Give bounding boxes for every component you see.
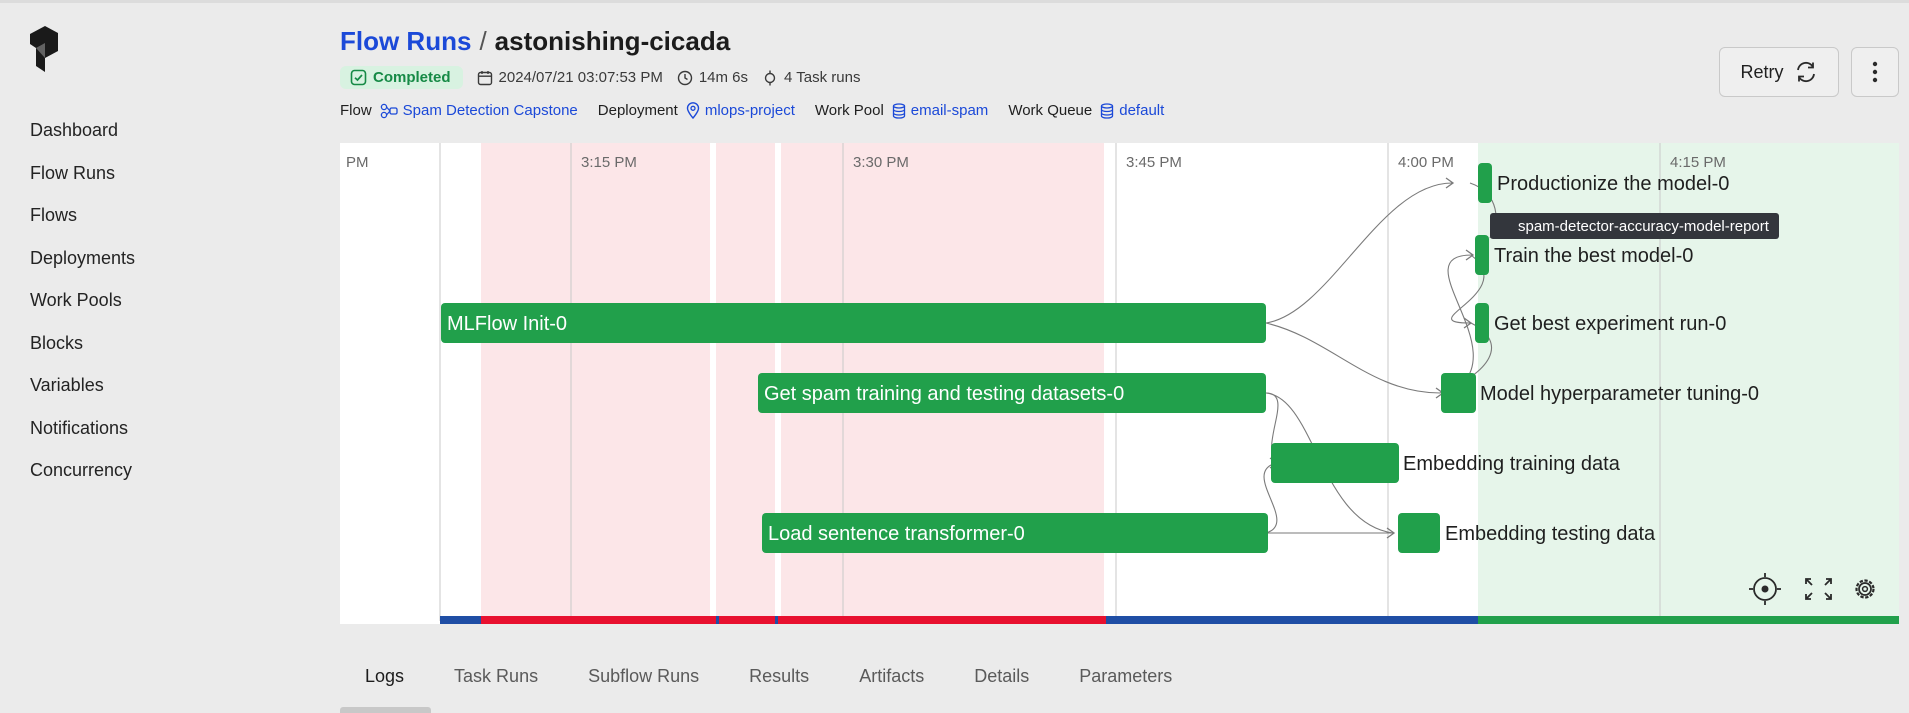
prefect-logo-icon[interactable]: [28, 24, 64, 74]
task-bar[interactable]: [1475, 303, 1489, 343]
time-label: 4:00 PM: [1398, 154, 1454, 171]
sidebar-item-deployments[interactable]: Deployments: [30, 244, 290, 287]
work-pool-name: email-spam: [910, 102, 989, 119]
top-divider: [0, 0, 1909, 3]
task-bar[interactable]: [1475, 235, 1489, 275]
flow-label: Flow: [340, 102, 372, 119]
deployment-label: Deployment: [597, 102, 678, 119]
time-label: 4:15 PM: [1670, 154, 1726, 171]
sidebar-item-flow-runs[interactable]: Flow Runs: [30, 159, 290, 202]
work-pool-label: Work Pool: [814, 102, 884, 119]
flow-icon: [380, 103, 398, 118]
state-progress-bar: [440, 616, 1899, 624]
sidebar-item-blocks[interactable]: Blocks: [30, 329, 290, 372]
task-label: Load sentence transformer-0: [768, 523, 1025, 545]
failed-state-band: [481, 143, 710, 621]
sidebar-item-dashboard[interactable]: Dashboard: [30, 116, 290, 159]
task-bar[interactable]: [1271, 443, 1399, 483]
duration: 14m 6s: [677, 69, 748, 86]
task-label: Embedding training data: [1403, 453, 1621, 475]
run-meta-row: Completed 2024/07/21 03:07:53 PM 14m 6s: [340, 66, 874, 89]
flow-link[interactable]: Spam Detection Capstone: [380, 102, 578, 119]
task-bar[interactable]: [1398, 513, 1440, 553]
status-label: Completed: [373, 69, 451, 86]
tab-artifacts[interactable]: Artifacts: [834, 660, 949, 692]
task-bar[interactable]: [1441, 373, 1476, 413]
calendar-icon: [477, 70, 492, 85]
deployment-name: mlops-project: [704, 102, 795, 119]
sidebar-item-work-pools[interactable]: Work Pools: [30, 286, 290, 329]
refresh-icon: [1796, 61, 1815, 83]
flow-name: Spam Detection Capstone: [402, 102, 578, 119]
artifact-label: spam-detector-accuracy-model-report: [1518, 218, 1770, 235]
flow-run-timeline[interactable]: PM 3:15 PM 3:30 PM 3:45 PM 4:00 PM 4:15 …: [340, 143, 1899, 624]
page-header: Flow Runs / astonishing-cicada Completed…: [340, 24, 1909, 119]
deployment-link[interactable]: mlops-project: [686, 102, 795, 119]
task-bar[interactable]: [1478, 163, 1492, 203]
retry-label: Retry: [1740, 61, 1784, 82]
start-time-value: 2024/07/21 03:07:53 PM: [498, 69, 663, 86]
tab-parameters[interactable]: Parameters: [1054, 660, 1197, 692]
sidebar-item-concurrency[interactable]: Concurrency: [30, 456, 290, 499]
time-label: PM: [346, 154, 369, 171]
breadcrumb: Flow Runs / astonishing-cicada: [340, 24, 1909, 58]
work-pool-info: Work Pool email-spam: [815, 102, 988, 119]
artifact-tag[interactable]: spam-detector-accuracy-model-report: [1490, 213, 1779, 239]
sidebar-nav: Dashboard Flow Runs Flows Deployments Wo…: [30, 116, 290, 499]
task-label: MLFlow Init-0: [447, 313, 567, 335]
work-queue-link[interactable]: default: [1100, 102, 1164, 119]
flow-info: Flow Spam Detection Capstone: [340, 102, 578, 119]
sidebar-item-flows[interactable]: Flows: [30, 201, 290, 244]
database-icon: [1101, 102, 1114, 119]
work-queue-info: Work Queue default: [1008, 102, 1164, 119]
tab-logs[interactable]: Logs: [340, 660, 429, 692]
page-title: astonishing-cicada: [494, 25, 731, 56]
work-queue-name: default: [1119, 102, 1165, 119]
tab-details[interactable]: Details: [949, 660, 1054, 692]
tab-task-runs[interactable]: Task Runs: [429, 660, 563, 692]
task-runs-count: 4 Task runs: [762, 69, 860, 86]
sidebar-item-notifications[interactable]: Notifications: [30, 414, 290, 457]
duration-value: 14m 6s: [698, 69, 749, 86]
time-label: 3:30 PM: [853, 154, 909, 171]
work-queue-label: Work Queue: [1008, 102, 1093, 119]
task-label: Get best experiment run-0: [1494, 313, 1726, 335]
deployment-info: Deployment mlops-project: [598, 102, 795, 119]
tab-subflow-runs[interactable]: Subflow Runs: [563, 660, 724, 692]
vertical-ellipsis-icon: [1872, 61, 1878, 83]
run-detail-tabs: Logs Task Runs Subflow Runs Results Arti…: [340, 660, 1197, 692]
start-time: 2024/07/21 03:07:53 PM: [477, 69, 663, 86]
task-label: Model hyperparameter tuning-0: [1480, 383, 1759, 405]
time-label: 3:15 PM: [581, 154, 637, 171]
status-badge: Completed: [340, 66, 463, 89]
breadcrumb-flow-runs-link[interactable]: Flow Runs: [340, 26, 471, 57]
task-runs-value: 4 Task runs: [784, 69, 861, 86]
retry-button[interactable]: Retry: [1719, 47, 1839, 97]
task-label: Embedding testing data: [1445, 523, 1656, 545]
time-label: 3:45 PM: [1126, 154, 1182, 171]
work-pool-link[interactable]: email-spam: [892, 102, 989, 119]
tab-results[interactable]: Results: [724, 660, 834, 692]
sidebar-item-variables[interactable]: Variables: [30, 371, 290, 414]
map-pin-icon: [686, 102, 700, 119]
task-label: Productionize the model-0: [1497, 173, 1729, 195]
active-tab-indicator: [340, 707, 431, 713]
more-options-button[interactable]: [1851, 47, 1899, 97]
task-label: Train the best model-0: [1494, 245, 1693, 267]
breadcrumb-separator: /: [479, 25, 487, 56]
run-info-row: Flow Spam Detection Capstone Deployment …: [340, 102, 1184, 119]
clock-icon: [677, 70, 693, 85]
task-label: Get spam training and testing datasets-0: [764, 383, 1124, 405]
database-icon: [892, 102, 905, 119]
check-square-icon: [350, 69, 367, 86]
task-node-icon: [764, 70, 776, 85]
